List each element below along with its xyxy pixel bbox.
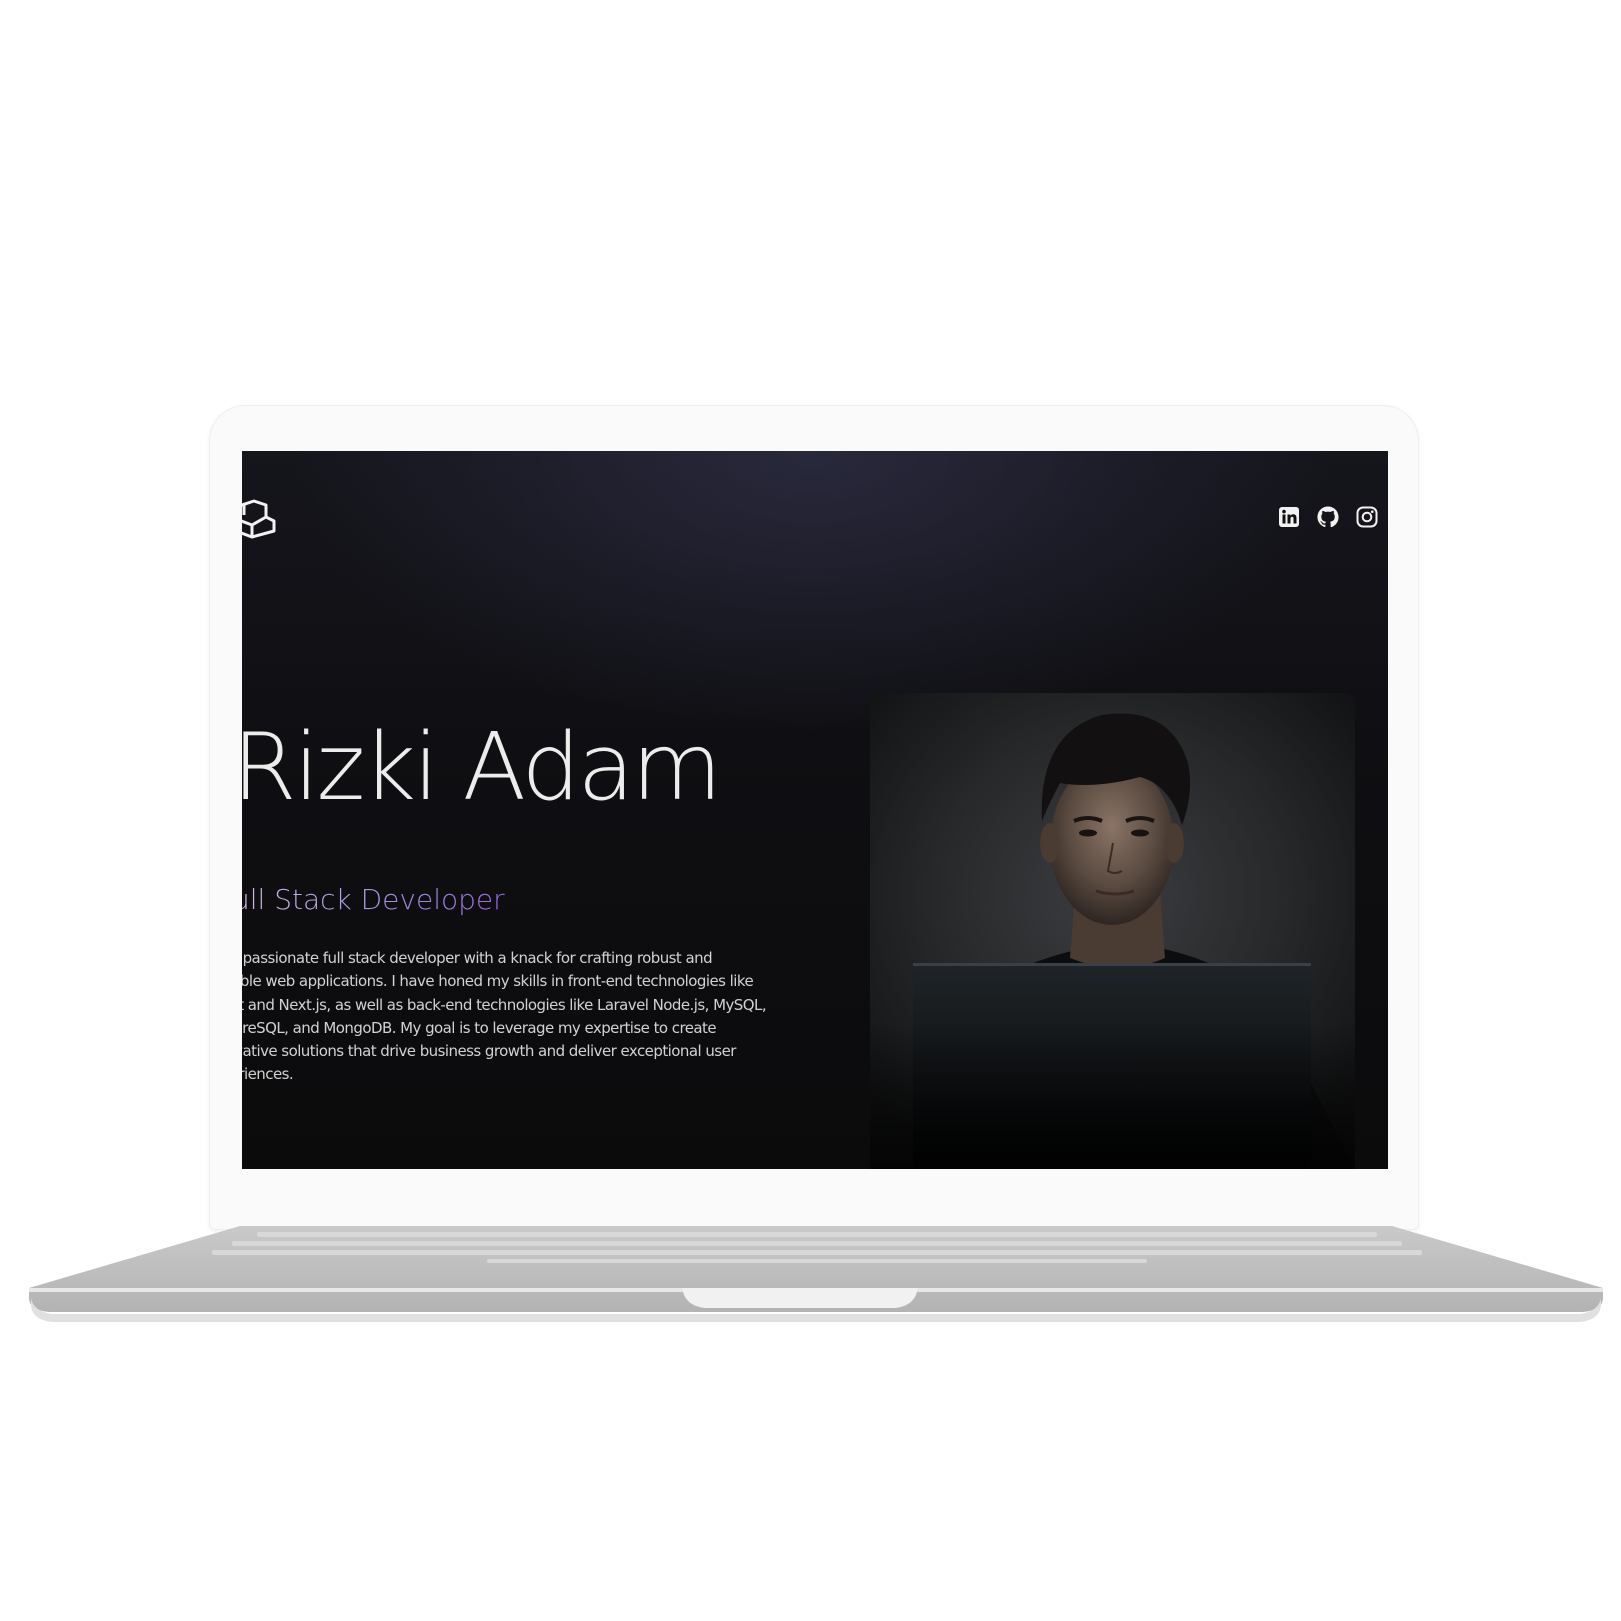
laptop-base (27, 1226, 1605, 1326)
portrait-photo (870, 693, 1355, 1169)
hero-bio-line: innovative solutions that drive business… (242, 1042, 736, 1061)
hero-bio-line: React and Next.js, as well as back-end t… (242, 995, 767, 1014)
linkedin-icon[interactable] (1278, 506, 1300, 528)
instagram-icon[interactable] (1356, 506, 1378, 528)
hero-name: Rizki Adam (242, 713, 722, 821)
hero-bio-line: PostgreSQL, and MongoDB. My goal is to l… (242, 1018, 717, 1037)
cube-logo-icon[interactable] (242, 497, 276, 539)
hero-bio-line: I'm a passionate full stack developer wi… (242, 949, 713, 967)
hero-bio-line: experiences. (242, 1065, 294, 1084)
social-links (1278, 506, 1378, 528)
hero-role: ull Stack Developer (242, 883, 505, 917)
github-icon[interactable] (1317, 506, 1339, 528)
hero-bio: I'm a passionate full stack developer wi… (242, 947, 804, 1087)
laptop-screen: Rizki Adam ull Stack Developer I'm a pas… (242, 451, 1388, 1169)
hero-bio-line: scalable web applications. I have honed … (242, 972, 754, 991)
